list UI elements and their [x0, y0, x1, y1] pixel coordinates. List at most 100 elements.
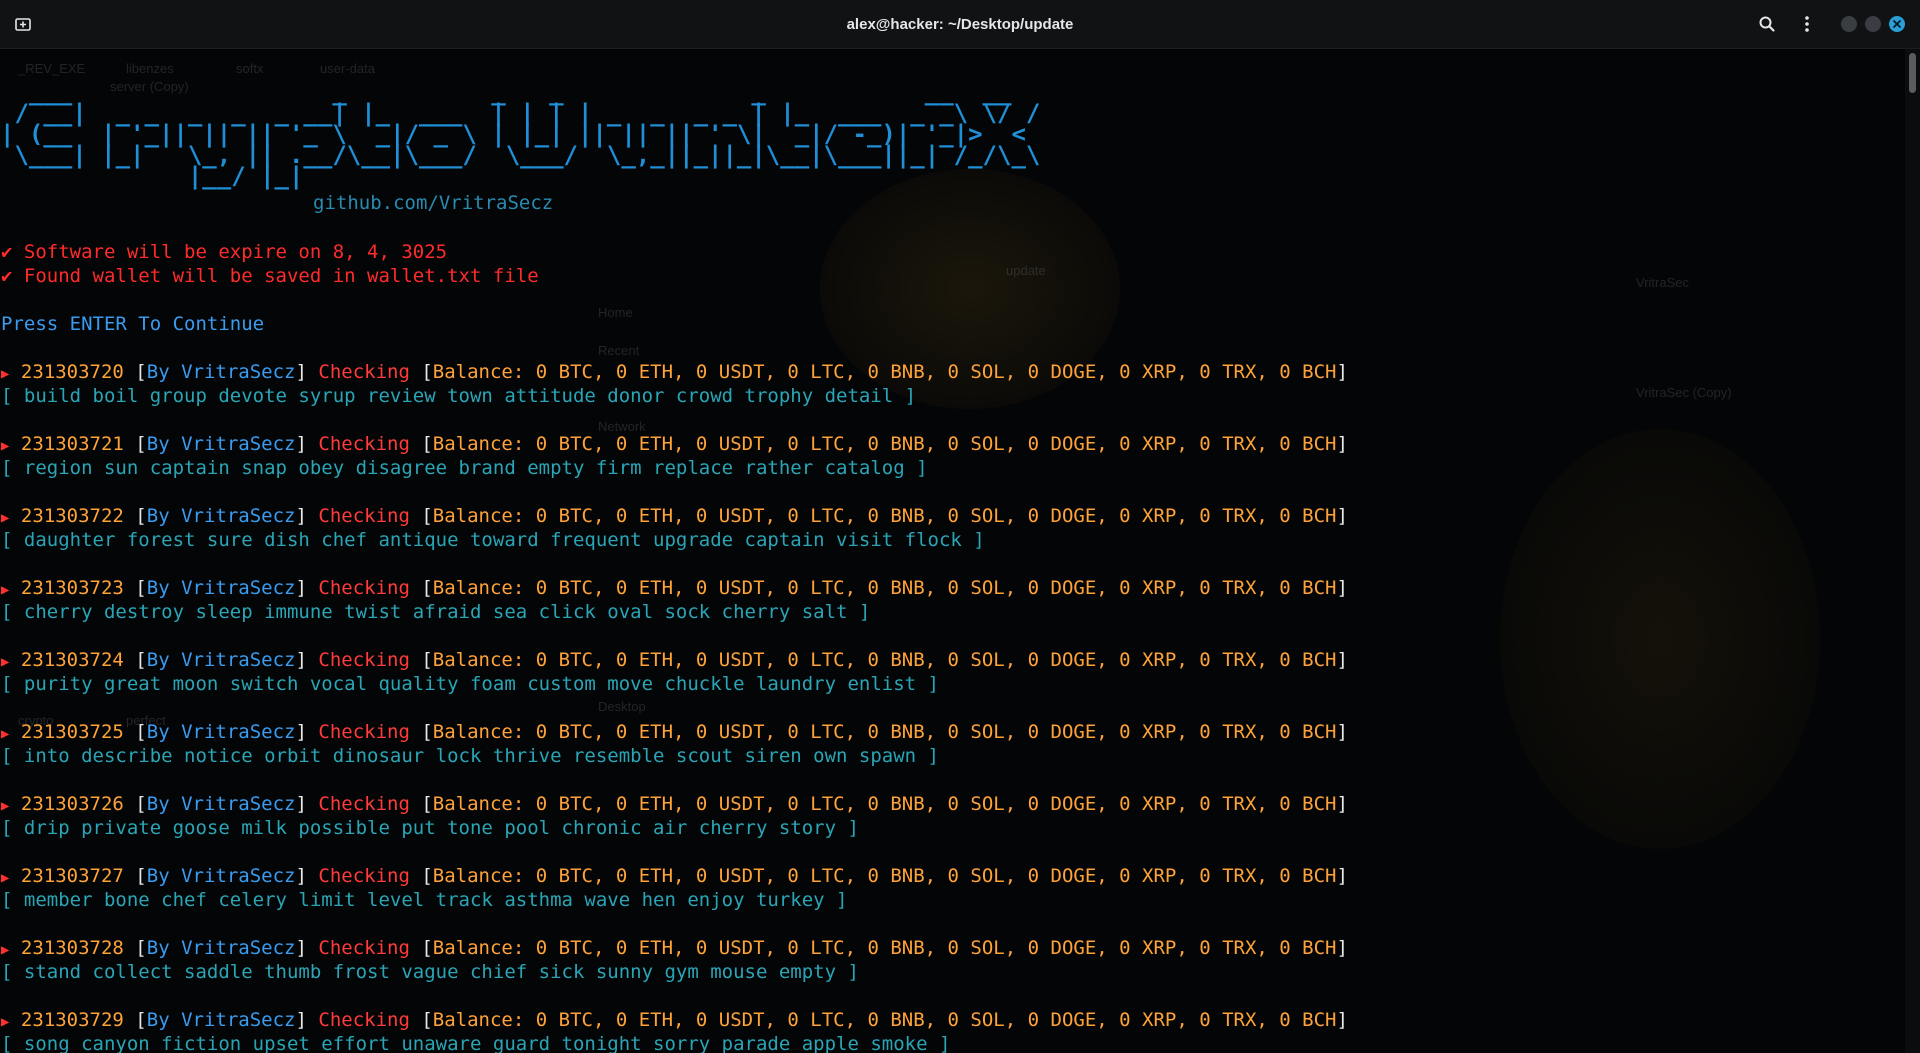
bracket: [ — [421, 433, 433, 455]
bracket: ] — [1336, 577, 1348, 599]
arrow-icon: ▶ — [1, 798, 10, 814]
bracket: [ — [135, 433, 147, 455]
arrow-icon: ▶ — [1, 438, 10, 454]
bracket: ] — [1336, 361, 1348, 383]
by-label: By VritraSecz — [146, 793, 296, 815]
entry-phrase: [ cherry destroy sleep immune twist afra… — [1, 601, 871, 623]
balance-text: Balance: 0 BTC, 0 ETH, 0 USDT, 0 LTC, 0 … — [432, 433, 1337, 455]
github-link: github.com/VritraSecz — [313, 192, 554, 214]
terminal-window: alex@hacker: ~/Desktop/update _REV_EXE l… — [0, 0, 1920, 1053]
balance-text: Balance: 0 BTC, 0 ETH, 0 USDT, 0 LTC, 0 … — [432, 361, 1337, 383]
bracket: [ — [421, 505, 433, 527]
balance-text: Balance: 0 BTC, 0 ETH, 0 USDT, 0 LTC, 0 … — [432, 865, 1337, 887]
entry-id: 231303722 — [20, 505, 124, 527]
balance-text: Balance: 0 BTC, 0 ETH, 0 USDT, 0 LTC, 0 … — [432, 937, 1337, 959]
bracket: [ — [421, 361, 433, 383]
by-label: By VritraSecz — [146, 433, 296, 455]
title-bar: alex@hacker: ~/Desktop/update — [0, 0, 1920, 49]
bracket: [ — [135, 1009, 147, 1031]
entry-status-line: ▶ 231303725 [By VritraSecz] Checking [Ba… — [1, 720, 1348, 744]
checking-label: Checking — [318, 505, 410, 527]
search-icon[interactable] — [1756, 13, 1778, 35]
entry-status-line: ▶ 231303722 [By VritraSecz] Checking [Ba… — [1, 504, 1348, 528]
entry-status-line: ▶ 231303726 [By VritraSecz] Checking [Ba… — [1, 792, 1348, 816]
bracket: [ — [135, 793, 147, 815]
balance-text: Balance: 0 BTC, 0 ETH, 0 USDT, 0 LTC, 0 … — [432, 793, 1337, 815]
entry-id: 231303727 — [20, 865, 124, 887]
checking-label: Checking — [318, 865, 410, 887]
by-label: By VritraSecz — [146, 361, 296, 383]
entry-phrase: [ into describe notice orbit dinosaur lo… — [1, 745, 939, 767]
minimize-icon[interactable] — [1841, 16, 1857, 32]
entry-status-line: ▶ 231303724 [By VritraSecz] Checking [Ba… — [1, 648, 1348, 672]
close-icon[interactable] — [1889, 16, 1905, 32]
arrow-icon: ▶ — [1, 510, 10, 526]
checking-label: Checking — [318, 361, 410, 383]
bracket: [ — [421, 937, 433, 959]
balance-text: Balance: 0 BTC, 0 ETH, 0 USDT, 0 LTC, 0 … — [432, 649, 1337, 671]
checking-label: Checking — [318, 793, 410, 815]
bracket: ] — [1336, 433, 1348, 455]
bracket: ] — [295, 865, 307, 887]
by-label: By VritraSecz — [146, 577, 296, 599]
entry-status-line: ▶ 231303721 [By VritraSecz] Checking [Ba… — [1, 432, 1348, 456]
bracket: ] — [295, 361, 307, 383]
entry-id: 231303725 — [20, 721, 124, 743]
terminal-output[interactable]: ___ _ _ _ _ __ __ / __| _ _ _ _ _ __| |_… — [0, 58, 1905, 1053]
entry-id: 231303728 — [20, 937, 124, 959]
entry-id: 231303729 — [20, 1009, 124, 1031]
bracket: [ — [421, 649, 433, 671]
entry-status-line: ▶ 231303728 [By VritraSecz] Checking [Ba… — [1, 936, 1348, 960]
bracket: ] — [1336, 721, 1348, 743]
arrow-icon: ▶ — [1, 870, 10, 886]
maximize-icon[interactable] — [1865, 16, 1881, 32]
arrow-icon: ▶ — [1, 942, 10, 958]
entry-phrase: [ member bone chef celery limit level tr… — [1, 889, 848, 911]
arrow-icon: ▶ — [1, 726, 10, 742]
entry-status-line: ▶ 231303720 [By VritraSecz] Checking [Ba… — [1, 360, 1348, 384]
entry-status-line: ▶ 231303729 [By VritraSecz] Checking [Ba… — [1, 1008, 1348, 1032]
ascii-banner: ___ _ _ _ _ __ __ / __| _ _ _ _ _ __| |_… — [0, 80, 1040, 188]
entry-id: 231303720 — [20, 361, 124, 383]
bracket: ] — [1336, 505, 1348, 527]
entry-phrase: [ song canyon fiction upset effort unawa… — [1, 1033, 951, 1053]
entry-phrase: [ stand collect saddle thumb frost vague… — [1, 961, 859, 983]
bracket: [ — [421, 793, 433, 815]
bracket: [ — [135, 937, 147, 959]
entry-id: 231303723 — [20, 577, 124, 599]
bracket: ] — [295, 937, 307, 959]
kebab-menu-icon[interactable] — [1796, 13, 1818, 35]
bracket: [ — [421, 577, 433, 599]
bracket: ] — [1336, 1009, 1348, 1031]
balance-text: Balance: 0 BTC, 0 ETH, 0 USDT, 0 LTC, 0 … — [432, 577, 1337, 599]
bracket: [ — [421, 865, 433, 887]
entry-id: 231303726 — [20, 793, 124, 815]
continue-prompt: Press ENTER To Continue — [1, 313, 265, 335]
bracket: ] — [295, 1009, 307, 1031]
entry-phrase: [ purity great moon switch vocal quality… — [1, 673, 939, 695]
bracket: [ — [135, 505, 147, 527]
entry-phrase: [ region sun captain snap obey disagree … — [1, 457, 928, 479]
by-label: By VritraSecz — [146, 649, 296, 671]
bracket: ] — [1336, 649, 1348, 671]
scrollbar-thumb[interactable] — [1909, 53, 1916, 93]
entry-id: 231303724 — [20, 649, 124, 671]
bracket: [ — [135, 577, 147, 599]
entry-id: 231303721 — [20, 433, 124, 455]
window-title: alex@hacker: ~/Desktop/update — [846, 16, 1074, 33]
balance-text: Balance: 0 BTC, 0 ETH, 0 USDT, 0 LTC, 0 … — [432, 721, 1337, 743]
expire-notice: ✔ Software will be expire on 8, 4, 3025 — [1, 241, 448, 263]
entry-phrase: [ daughter forest sure dish chef antique… — [1, 529, 985, 551]
bracket: ] — [295, 793, 307, 815]
checking-label: Checking — [318, 721, 410, 743]
checking-label: Checking — [318, 1009, 410, 1031]
entry-phrase: [ drip private goose milk possible put t… — [1, 817, 859, 839]
entry-status-line: ▶ 231303727 [By VritraSecz] Checking [Ba… — [1, 864, 1348, 888]
bracket: [ — [135, 865, 147, 887]
entry-status-line: ▶ 231303723 [By VritraSecz] Checking [Ba… — [1, 576, 1348, 600]
arrow-icon: ▶ — [1, 1014, 10, 1030]
balance-text: Balance: 0 BTC, 0 ETH, 0 USDT, 0 LTC, 0 … — [432, 505, 1337, 527]
checking-label: Checking — [318, 937, 410, 959]
scrollbar[interactable] — [1905, 49, 1920, 1053]
by-label: By VritraSecz — [146, 505, 296, 527]
